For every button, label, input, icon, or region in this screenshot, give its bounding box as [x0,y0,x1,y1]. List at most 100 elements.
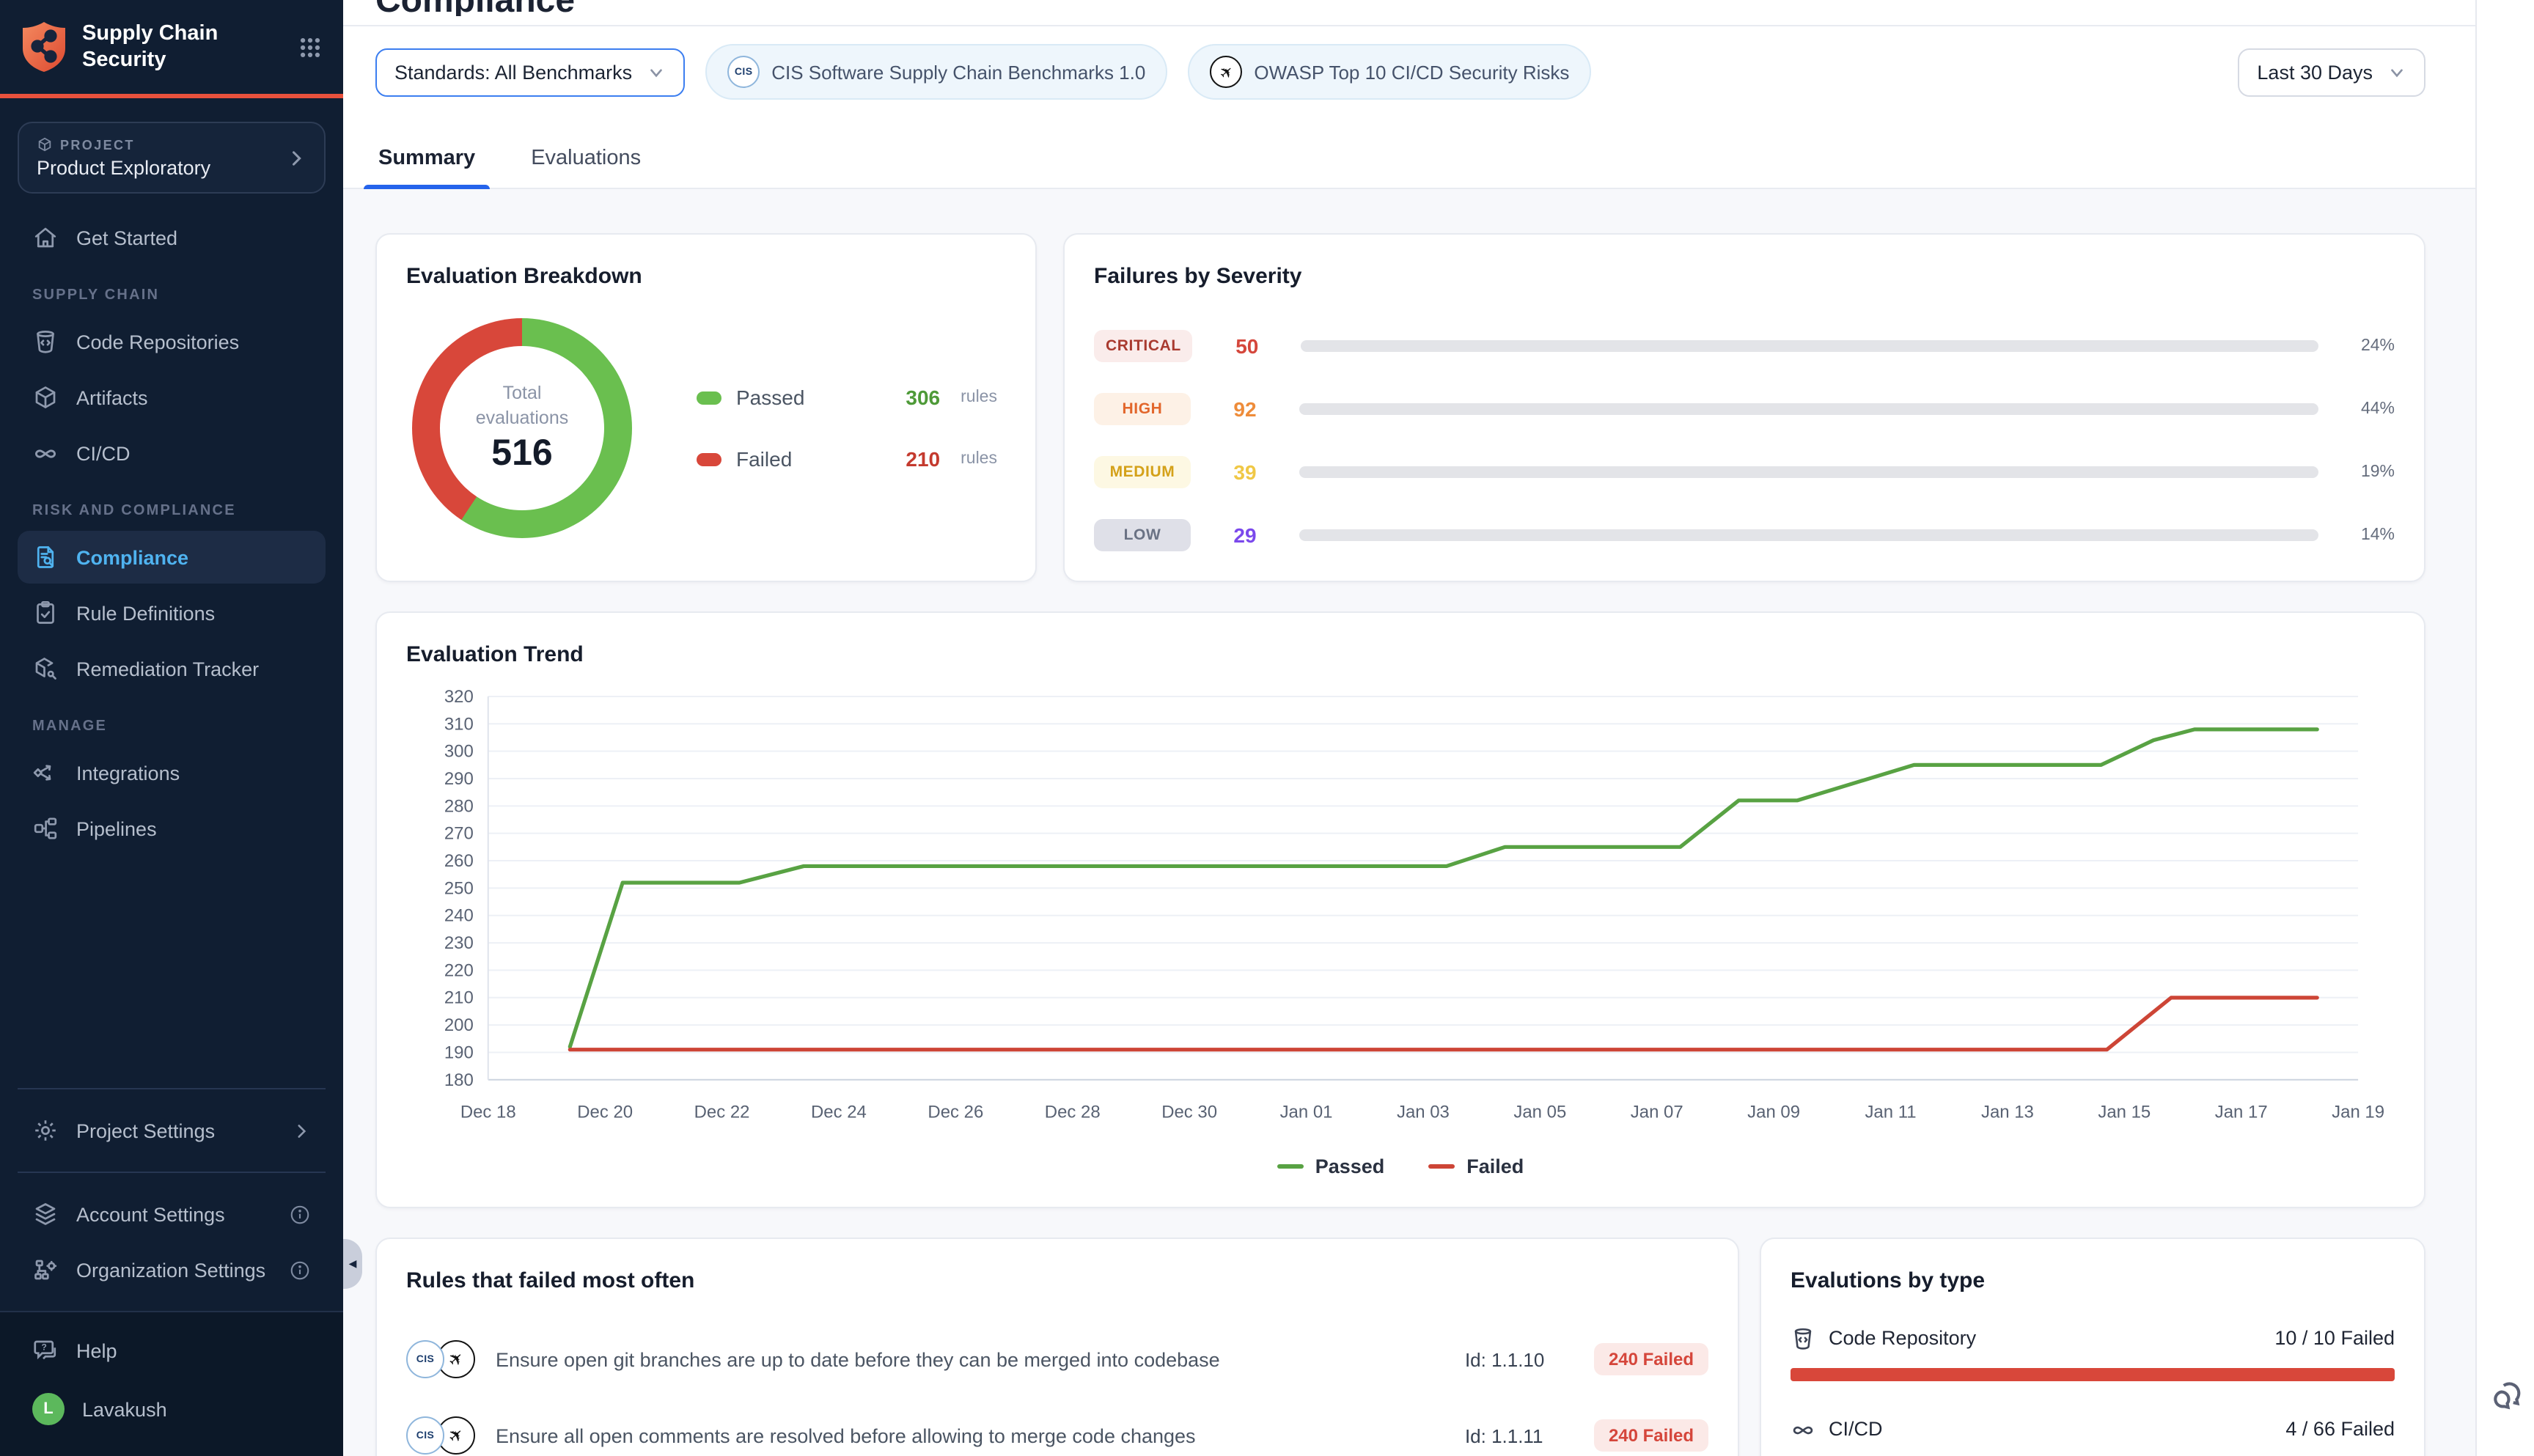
rule-failed-badge: 240 Failed [1594,1420,1708,1452]
svg-text:180: 180 [444,1070,474,1090]
avatar: L [32,1393,65,1425]
svg-text:300: 300 [444,742,474,762]
evaluation-trend-chart: 1801902002102202302402502602702802903003… [406,682,2395,1147]
svg-text:Dec 18: Dec 18 [460,1103,516,1122]
sidebar-item-label: Project Settings [76,1119,215,1141]
sidebar-item-code-repositories[interactable]: Code Repositories [18,316,326,369]
main-area: Compliance Standards: All Benchmarks CIS… [343,0,2534,1456]
evaluation-type-row-code-repository: Code Repository 10 / 10 Failed [1791,1326,2395,1382]
severity-badge: MEDIUM [1094,456,1191,488]
donut-center-label: Total evaluations [459,380,585,430]
svg-text:310: 310 [444,714,474,734]
sidebar-item-integrations[interactable]: Integrations [18,747,326,800]
project-selector[interactable]: PROJECT Product Exploratory [18,122,326,194]
package-icon [32,385,59,411]
failures-by-severity-card: Failures by Severity CRITICAL 50 24% HIG… [1063,233,2425,582]
svg-text:Jan 01: Jan 01 [1280,1103,1333,1122]
sidebar-item-label: Rule Definitions [76,603,215,625]
sidebar-item-ci-cd[interactable]: CI/CD [18,427,326,480]
rule-description: Ensure open git branches are up to date … [496,1349,1444,1371]
tab-evaluations[interactable]: Evaluations [528,138,644,188]
doc-search-icon [32,545,59,571]
svg-text:220: 220 [444,960,474,980]
sidebar-item-remediation-tracker[interactable]: Remediation Tracker [18,643,326,696]
nav-section-label: SUPPLY CHAIN [32,288,311,304]
evaluation-trend-card: Evaluation Trend 18019020021022023024025… [375,611,2425,1209]
share-nodes-icon [32,760,59,787]
svg-text:?: ? [41,1342,46,1352]
chevron-right-icon [286,148,306,169]
date-range-select[interactable]: Last 30 Days [2238,48,2425,96]
sidebar-item-account-settings[interactable]: Account Settings [18,1188,326,1240]
tab-bar: Summary Evaluations [343,117,2475,189]
shield-logo-icon [21,21,67,73]
info-icon[interactable] [289,1203,311,1225]
date-range-value: Last 30 Days [2257,61,2373,83]
trend-legend-item-passed: Passed [1277,1156,1385,1178]
apps-grid-icon[interactable] [298,34,323,59]
sidebar-item-artifacts[interactable]: Artifacts [18,372,326,424]
sidebar-item-label: Organization Settings [76,1259,265,1281]
type-result-bar [1791,1369,2395,1382]
evaluation-donut-chart: Total evaluations 516 [412,318,632,538]
sidebar-item-rule-definitions[interactable]: Rule Definitions [18,587,326,640]
org-gear-icon [32,1257,59,1283]
svg-text:290: 290 [444,769,474,789]
tab-summary[interactable]: Summary [375,138,478,188]
rules-failed-card: Rules that failed most often CIS ✈ Ensur… [375,1238,1739,1456]
chevron-down-icon [647,62,666,81]
project-label: PROJECT [37,137,286,153]
sidebar-item-compliance[interactable]: Compliance [18,532,326,584]
standards-filter-select[interactable]: Standards: All Benchmarks [375,48,685,96]
sidebar-item-project-settings[interactable]: Project Settings [18,1104,326,1157]
legend-suffix: rules [961,389,997,406]
svg-text:Jan 05: Jan 05 [1513,1103,1566,1122]
trend-legend-item-failed: Failed [1428,1156,1524,1178]
sidebar-item-label: Compliance [76,547,188,569]
severity-count: 39 [1191,460,1299,484]
severity-percent: 14% [2318,526,2395,544]
page-header: Compliance Standards: All Benchmarks CIS… [343,0,2475,189]
chart-legend: Passed Failed [406,1156,2395,1178]
filter-pill-label: CIS Software Supply Chain Benchmarks 1.0 [771,61,1145,83]
severity-percent: 24% [2318,337,2395,355]
chat-widget-button[interactable] [2487,1377,2525,1415]
sidebar-item-organization-settings[interactable]: Organization Settings [18,1243,326,1296]
app-window: Supply Chain Security PROJ [0,0,2534,1456]
card-title: Failures by Severity [1094,264,2395,289]
sidebar-item-pipelines[interactable]: Pipelines [18,803,326,856]
sidebar-item-help[interactable]: ? Help [18,1324,326,1377]
nav-section-label: MANAGE [32,719,311,735]
svg-text:Jan 09: Jan 09 [1747,1103,1800,1122]
svg-text:Jan 19: Jan 19 [2332,1103,2384,1122]
page-content: Evaluation Breakdown Total evaluations 5… [343,189,2475,1456]
pipeline-icon [32,816,59,842]
standards-filter-value: Standards: All Benchmarks [394,61,632,83]
sidebar-item-label: Pipelines [76,818,157,840]
sidebar-item-get-started[interactable]: Get Started [18,212,326,265]
rule-row[interactable]: CIS ✈ Ensure all open comments are resol… [406,1408,1708,1456]
rule-description: Ensure all open comments are resolved be… [496,1425,1444,1447]
legend-value: 210 [906,447,940,471]
severity-badge: LOW [1094,519,1191,551]
type-label: CI/CD [1829,1419,1883,1441]
sidebar-item-label: Account Settings [76,1203,225,1225]
svg-text:Jan 15: Jan 15 [2098,1103,2151,1122]
rule-row[interactable]: CIS ✈ Ensure open git branches are up to… [406,1332,1708,1388]
divider [18,1172,326,1173]
box-wrench-icon [32,656,59,683]
severity-bar [1299,529,2318,541]
svg-text:210: 210 [444,988,474,1008]
svg-text:240: 240 [444,906,474,926]
filter-pill-cis[interactable]: CISCIS Software Supply Chain Benchmarks … [705,44,1167,100]
info-icon[interactable] [289,1259,311,1281]
filter-pill-owasp[interactable]: ✈OWASP Top 10 CI/CD Security Risks [1188,44,1591,100]
user-menu[interactable]: L Lavakush [18,1380,326,1438]
sidebar-item-label: Get Started [76,227,177,249]
legend-label: Failed [1466,1156,1524,1178]
evaluation-type-row-ci-cd: CI/CD 4 / 66 Failed [1791,1417,2395,1456]
svg-text:320: 320 [444,687,474,707]
chevron-down-icon [2387,62,2406,81]
chevron-right-icon [292,1121,311,1140]
type-failed-value: 10 / 10 Failed [2274,1328,2395,1350]
